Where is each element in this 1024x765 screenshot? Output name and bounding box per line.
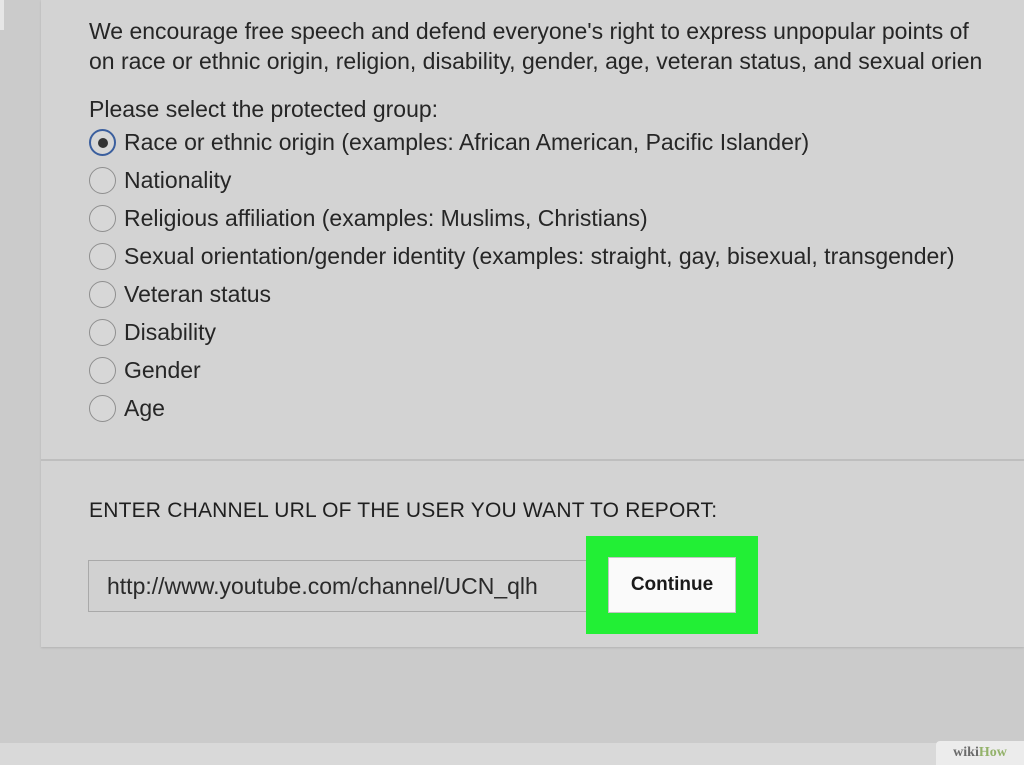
bottom-band (0, 743, 1024, 765)
left-edge (0, 0, 4, 30)
intro-line-2: on race or ethnic origin, religion, disa… (89, 48, 983, 74)
option-sexual-orientation[interactable]: Sexual orientation/gender identity (exam… (89, 237, 1024, 275)
option-disability[interactable]: Disability (89, 313, 1024, 351)
intro-text: We encourage free speech and defend ever… (89, 16, 1024, 76)
option-label: Disability (124, 318, 217, 345)
protected-group-radio-group: Race or ethnic origin (examples: African… (89, 123, 1024, 427)
radio-button-icon[interactable] (89, 242, 116, 270)
select-group-label: Please select the protected group: (89, 96, 439, 122)
continue-highlight-box: Continue (586, 536, 758, 634)
option-gender[interactable]: Gender (89, 351, 1024, 389)
radio-button-icon[interactable] (89, 166, 116, 194)
channel-url-input[interactable] (88, 560, 588, 612)
radio-button-icon[interactable] (89, 394, 116, 422)
report-card: We encourage free speech and defend ever… (41, 0, 1024, 647)
radio-button-checked-icon[interactable] (89, 128, 116, 156)
radio-button-icon[interactable] (89, 318, 116, 346)
option-religious-affiliation[interactable]: Religious affiliation (examples: Muslims… (89, 199, 1024, 237)
option-label: Age (124, 394, 165, 421)
option-label: Race or ethnic origin (examples: African… (124, 128, 810, 155)
channel-url-label: ENTER CHANNEL URL OF THE USER YOU WANT T… (89, 499, 718, 522)
option-nationality[interactable]: Nationality (89, 161, 1024, 199)
option-label: Veteran status (124, 280, 272, 307)
section-divider (41, 459, 1024, 461)
option-label: Nationality (124, 166, 232, 193)
intro-line-1: We encourage free speech and defend ever… (89, 18, 969, 44)
option-label: Gender (124, 356, 201, 383)
wikihow-watermark-logo: wiki How (936, 741, 1024, 765)
radio-button-icon[interactable] (89, 204, 116, 232)
option-label: Religious affiliation (examples: Muslims… (124, 204, 648, 231)
option-veteran-status[interactable]: Veteran status (89, 275, 1024, 313)
watermark-part-2: How (978, 745, 1007, 760)
radio-button-icon[interactable] (89, 356, 116, 384)
option-age[interactable]: Age (89, 389, 1024, 427)
radio-button-icon[interactable] (89, 280, 116, 308)
option-label: Sexual orientation/gender identity (exam… (124, 242, 955, 269)
option-race[interactable]: Race or ethnic origin (examples: African… (89, 123, 1024, 161)
watermark-part-1: wiki (953, 745, 979, 760)
continue-button[interactable]: Continue (608, 557, 736, 613)
